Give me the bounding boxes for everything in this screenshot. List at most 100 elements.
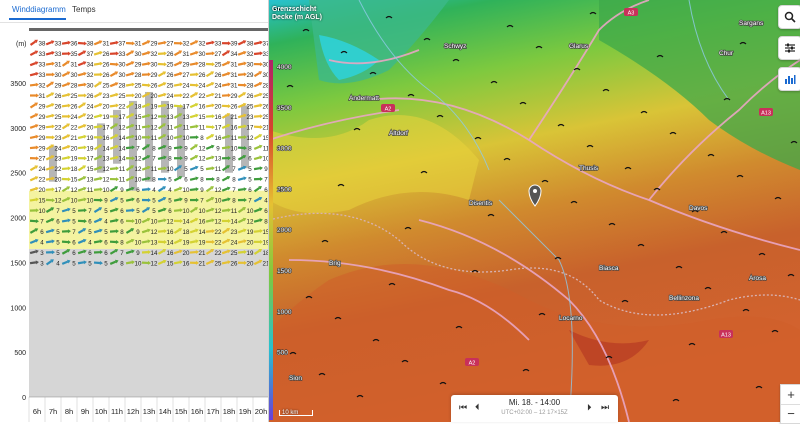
wind-speed-label: 27	[167, 41, 174, 48]
x-tick-label[interactable]: 14h	[159, 407, 172, 416]
location-pin-dot	[533, 189, 537, 193]
wind-arrow-shaft	[190, 94, 195, 97]
wind-speed-label: 22	[183, 93, 190, 100]
wind-speed-label: 12	[215, 208, 222, 215]
cloud-column	[225, 114, 233, 172]
x-tick-label[interactable]: 18h	[223, 407, 236, 416]
wind-arrow-shaft	[206, 43, 212, 44]
wind-arrow-shaft	[190, 252, 196, 253]
last-step-button[interactable]: ⏭	[601, 402, 609, 413]
x-tick-label[interactable]: 13h	[143, 407, 156, 416]
wind-speed-label: 6	[56, 218, 60, 225]
wind-speed-label: 5	[136, 208, 140, 215]
x-tick-label[interactable]: 12h	[127, 407, 140, 416]
wind-speed-label: 30	[71, 72, 78, 79]
wind-arrow-shaft	[30, 137, 36, 138]
wind-arrow-shaft	[174, 52, 179, 55]
wind-arrow-shaft	[78, 63, 84, 65]
wind-speed-label: 6	[104, 250, 108, 257]
wind-speed-label: 20	[103, 103, 110, 110]
x-tick-label[interactable]: 19h	[239, 407, 252, 416]
x-tick-label[interactable]: 16h	[191, 407, 204, 416]
tab-winddiagramm[interactable]: Winddiagramm	[12, 5, 66, 14]
road-badge-label: A2	[469, 360, 476, 366]
wind-speed-label: 4	[40, 239, 44, 246]
wind-speed-label: 7	[232, 187, 236, 194]
x-tick-label[interactable]: 10h	[95, 407, 108, 416]
wind-speed-label: 22	[55, 166, 62, 173]
wind-speed-label: 7	[200, 198, 204, 205]
wind-speed-label: 21	[71, 135, 78, 142]
settings-button[interactable]	[778, 36, 800, 60]
x-tick-label[interactable]: 17h	[207, 407, 220, 416]
wind-speed-label: 5	[56, 250, 60, 257]
wind-arrow-shaft	[158, 105, 164, 106]
wind-arrow-shaft	[46, 241, 52, 242]
wind-speed-label: 5	[56, 229, 60, 236]
place-label: Andermatt	[349, 95, 379, 102]
wind-arrow-shaft	[190, 178, 196, 179]
wind-speed-label: 26	[151, 83, 158, 90]
wind-speed-label: 21	[199, 260, 206, 267]
tab-temps[interactable]: Temps	[72, 5, 96, 14]
wind-speed-label: 10	[167, 166, 174, 173]
wind-speed-label: 22	[39, 177, 46, 184]
wind-arrow-shaft	[46, 116, 52, 117]
zoom-in-button[interactable]: +	[781, 385, 800, 405]
wind-arrow-shaft	[78, 115, 83, 118]
wind-speed-label: 9	[184, 145, 188, 152]
wind-speed-label: 10	[199, 208, 206, 215]
wind-speed-label: 22	[71, 124, 78, 131]
wind-arrow-shaft	[78, 74, 84, 76]
y-tick-label: 500	[14, 350, 26, 357]
wind-arrow-shaft	[190, 64, 196, 65]
wind-arrow-shaft	[238, 94, 243, 97]
wind-arrow-shaft	[110, 84, 116, 86]
wind-speed-label: 21	[263, 260, 268, 267]
wind-speed-label: 11	[151, 166, 158, 173]
x-tick-label[interactable]: 20h	[255, 407, 268, 416]
wind-arrow-shaft	[62, 125, 67, 128]
wind-arrow-head	[148, 187, 151, 191]
wind-speed-label: 29	[231, 93, 238, 100]
wind-speed-label: 20	[247, 260, 254, 267]
wind-arrow	[238, 176, 248, 182]
chart-button[interactable]	[778, 67, 800, 91]
wind-speed-label: 10	[87, 198, 94, 205]
wind-speed-label: 33	[55, 41, 62, 48]
wind-arrow-shaft	[142, 241, 148, 242]
wind-speed-label: 24	[55, 145, 62, 152]
wind-speed-label: 4	[56, 260, 60, 267]
wind-arrow-shaft	[158, 73, 163, 76]
x-tick-label[interactable]: 15h	[175, 407, 188, 416]
x-tick-label[interactable]: 8h	[65, 407, 73, 416]
wind-speed-label: 25	[135, 83, 142, 90]
wind-speed-label: 11	[87, 187, 94, 194]
x-tick-label[interactable]: 9h	[81, 407, 89, 416]
wind-arrow-head	[195, 176, 199, 181]
wind-arrow	[205, 144, 215, 151]
zoom-out-button[interactable]: −	[781, 404, 800, 423]
wind-speed-label: 26	[103, 72, 110, 79]
wind-arrow	[110, 177, 119, 181]
wind-speed-label: 33	[55, 51, 62, 58]
wind-speed-label: 10	[183, 135, 190, 142]
next-step-button[interactable]: ⏵	[587, 402, 592, 413]
x-tick-label[interactable]: 7h	[49, 407, 57, 416]
wind-arrow-shaft	[46, 94, 51, 97]
y-tick-label: 3500	[10, 81, 26, 88]
wind-speed-label: 10	[231, 145, 238, 152]
wind-speed-label: 27	[183, 72, 190, 79]
wind-speed-label: 6	[104, 239, 108, 246]
wind-arrow	[206, 177, 215, 181]
x-tick-label[interactable]: 11h	[111, 407, 123, 416]
wind-arrow-shaft	[142, 64, 148, 65]
terrain-map-canvas[interactable]: SchwyzGlarusAltdorfChurDisentisAndermatt…	[269, 0, 800, 422]
search-button[interactable]	[778, 5, 800, 29]
wind-speed-label: 25	[119, 93, 126, 100]
relief-map[interactable]: SchwyzGlarusAltdorfChurDisentisAndermatt…	[269, 0, 800, 422]
wind-speed-label: 5	[248, 177, 252, 184]
wind-arrow-head	[260, 177, 263, 181]
wind-speed-label: 6	[136, 187, 140, 194]
x-tick-label[interactable]: 6h	[33, 407, 41, 416]
